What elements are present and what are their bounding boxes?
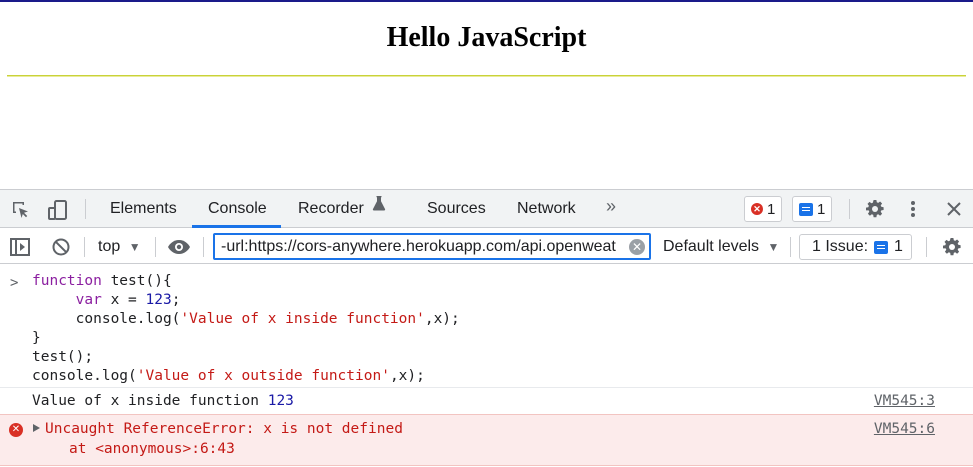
log-levels-dropdown[interactable]: Default levels ▼	[663, 229, 779, 264]
chevron-right-icon: >	[10, 275, 19, 291]
page-heading: Hello JavaScript	[386, 22, 587, 53]
code-line: console.log('Value of x inside function'…	[32, 311, 460, 327]
log-text: Value of x inside function 123	[32, 393, 294, 409]
sidebar-toggle-icon[interactable]	[9, 236, 31, 258]
console-toolbar: top ▼ ✕ Default levels ▼ 1 Issue: 1	[0, 229, 973, 264]
chevron-down-icon: ▼	[767, 240, 780, 254]
device-toolbar-icon[interactable]	[46, 198, 70, 222]
more-tabs-button[interactable]: »	[606, 187, 616, 225]
error-icon: ✕	[751, 203, 763, 215]
window-top-rule	[0, 0, 973, 2]
code-line: var x = 123;	[75, 292, 181, 308]
error-stack: at <anonymous>:6:43	[69, 441, 235, 457]
code-line: test();	[32, 349, 94, 365]
console-filter-box: ✕	[213, 233, 651, 260]
console-input-echo: > function test(){ var x = 123; console.…	[0, 268, 973, 388]
code-line: }	[32, 330, 41, 346]
eye-icon[interactable]	[166, 237, 192, 257]
message-icon	[874, 240, 889, 254]
gear-icon[interactable]	[863, 198, 887, 220]
context-selector[interactable]: top ▼	[98, 229, 141, 264]
tab-network[interactable]: Network	[517, 190, 576, 228]
tab-sources[interactable]: Sources	[427, 190, 486, 228]
tab-console[interactable]: Console	[208, 190, 267, 228]
error-icon: ✕	[9, 423, 23, 437]
toolbar-separator-2	[155, 237, 156, 257]
tab-recorder[interactable]: Recorder	[298, 190, 386, 228]
error-count: 1	[767, 200, 776, 218]
message-count: 1	[817, 200, 826, 218]
tab-elements[interactable]: Elements	[110, 190, 177, 228]
tabbar-separator	[85, 199, 86, 219]
error-source-link[interactable]: VM545:6	[874, 421, 935, 437]
error-message: Uncaught ReferenceError: x is not define…	[45, 421, 403, 437]
issues-count: 1	[894, 238, 903, 255]
devtools-panel: Elements Console Recorder Sources Networ…	[0, 189, 973, 467]
devtools-tabbar: Elements Console Recorder Sources Networ…	[0, 190, 973, 228]
toolbar-separator	[84, 237, 85, 257]
message-count-badge[interactable]: 1	[792, 196, 833, 222]
toolbar-separator-4	[790, 237, 791, 257]
filter-input[interactable]	[221, 237, 621, 257]
expand-triangle-icon[interactable]	[33, 424, 40, 432]
horizontal-rule	[7, 75, 966, 77]
toolbar-separator-5	[926, 237, 927, 257]
kebab-icon[interactable]	[903, 198, 923, 220]
tabbar-separator-right	[849, 199, 850, 219]
console-log-message: Value of x inside function 123 VM545:3	[0, 387, 973, 414]
error-count-badge[interactable]: ✕ 1	[744, 196, 783, 222]
message-icon	[799, 202, 813, 216]
block-icon[interactable]	[50, 236, 72, 258]
tab-recorder-label: Recorder	[298, 200, 364, 217]
code-line: function test(){	[32, 273, 172, 289]
source-link[interactable]: VM545:3	[874, 393, 935, 409]
close-icon[interactable]	[944, 199, 964, 219]
clear-filter-icon[interactable]: ✕	[629, 239, 645, 255]
toolbar-separator-3	[203, 237, 204, 257]
console-output: > function test(){ var x = 123; console.…	[0, 265, 973, 467]
log-levels-label: Default levels	[663, 238, 760, 255]
code-line: console.log('Value of x outside function…	[32, 368, 425, 384]
active-tab-indicator	[192, 225, 281, 228]
inspect-element-icon[interactable]	[10, 199, 32, 221]
console-settings-gear-icon[interactable]	[940, 236, 964, 258]
issues-label: 1 Issue:	[812, 238, 869, 255]
console-error-message: ✕ Uncaught ReferenceError: x is not defi…	[0, 414, 973, 466]
log-value: 123	[267, 393, 294, 409]
chevron-down-icon: ▼	[128, 240, 141, 254]
flask-icon	[372, 188, 386, 226]
context-label: top	[98, 238, 121, 255]
issues-button[interactable]: 1 Issue: 1	[799, 234, 912, 260]
